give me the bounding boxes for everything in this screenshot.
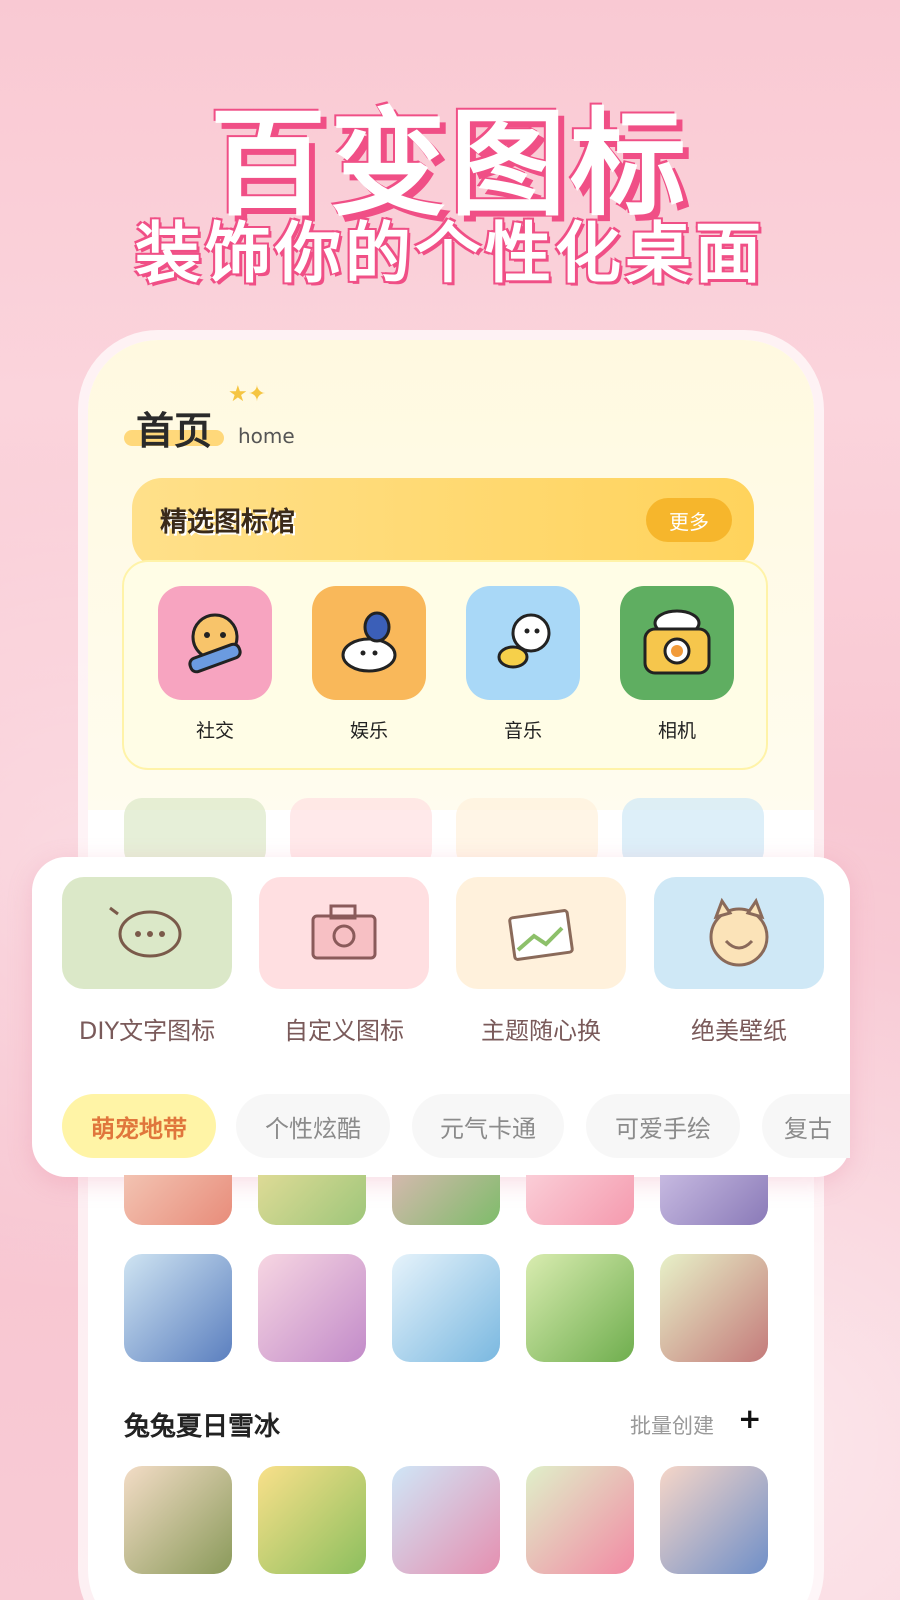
chat-bubble-icon bbox=[62, 877, 232, 989]
chip-cartoon[interactable]: 元气卡通 bbox=[412, 1094, 564, 1158]
chip-cool[interactable]: 个性炫酷 bbox=[236, 1094, 390, 1158]
featured-icon-social[interactable]: 社交 bbox=[158, 586, 272, 743]
add-icon[interactable]: + bbox=[738, 1402, 761, 1435]
theme-thumbnail[interactable] bbox=[660, 1175, 768, 1225]
camera-icon bbox=[620, 586, 734, 700]
theme-thumbnail[interactable] bbox=[526, 1254, 634, 1362]
chip-cute-pets[interactable]: 萌宠地带 bbox=[62, 1094, 216, 1158]
theme-thumbnail[interactable] bbox=[392, 1254, 500, 1362]
theme-thumbnail[interactable] bbox=[660, 1466, 768, 1574]
thumb-row bbox=[124, 1254, 774, 1362]
tool-label: DIY文字图标 bbox=[78, 1017, 216, 1045]
tool-custom-icon[interactable]: 自定义图标 bbox=[259, 877, 429, 1046]
theme-thumbnail[interactable] bbox=[526, 1466, 634, 1574]
thumb-row-partial bbox=[124, 1175, 774, 1225]
theme-thumbnail[interactable] bbox=[124, 1466, 232, 1574]
chip-retro[interactable]: 复古 bbox=[762, 1094, 850, 1158]
section-title: 兔兔夏日雪冰 bbox=[124, 1412, 281, 1442]
icon-label: 社交 bbox=[195, 720, 234, 742]
star-icon: ★✦ bbox=[228, 382, 267, 407]
theme-thumbnail[interactable] bbox=[258, 1466, 366, 1574]
theme-thumbnail[interactable] bbox=[124, 1254, 232, 1362]
theme-thumbnail[interactable] bbox=[258, 1254, 366, 1362]
tool-label: 绝美壁纸 bbox=[691, 1017, 787, 1045]
theme-thumbnail[interactable] bbox=[660, 1254, 768, 1362]
theme-thumbnail[interactable] bbox=[392, 1466, 500, 1574]
featured-icon-camera[interactable]: 相机 bbox=[620, 586, 734, 743]
tiger-pencil-icon bbox=[158, 586, 272, 700]
tool-wallpaper[interactable]: 绝美壁纸 bbox=[654, 877, 824, 1046]
tool-diy-text-icon[interactable]: DIY文字图标 bbox=[62, 877, 232, 1046]
icon-label: 娱乐 bbox=[349, 720, 388, 742]
theme-thumbnail[interactable] bbox=[258, 1175, 366, 1225]
icon-label: 音乐 bbox=[503, 720, 542, 742]
tool-theme-switch[interactable]: 主题随心换 bbox=[456, 877, 626, 1046]
page-title: 首页 bbox=[136, 409, 213, 453]
more-button[interactable]: 更多 bbox=[646, 498, 732, 542]
tool-label: 自定义图标 bbox=[284, 1017, 404, 1045]
chip-handdrawn[interactable]: 可爱手绘 bbox=[586, 1094, 740, 1158]
bunny-icon bbox=[312, 586, 426, 700]
batch-create-button[interactable]: 批量创建 bbox=[630, 1410, 714, 1440]
tool-label: 主题随心换 bbox=[481, 1017, 601, 1045]
featured-banner: 精选图标馆 更多 bbox=[132, 478, 754, 568]
tools-card: DIY文字图标 自定义图标 主题随心换 绝美壁纸 萌宠地带 个性炫酷 元气卡通 … bbox=[32, 857, 850, 1177]
picture-icon bbox=[456, 877, 626, 989]
featured-icons-panel: 社交 娱乐 音乐 相机 bbox=[122, 560, 768, 770]
featured-icon-music[interactable]: 音乐 bbox=[466, 586, 580, 743]
cat-face-icon bbox=[654, 877, 824, 989]
camera-outline-icon bbox=[259, 877, 429, 989]
page-subtitle: home bbox=[238, 424, 295, 448]
theme-thumbnail[interactable] bbox=[392, 1175, 500, 1225]
theme-thumbnail[interactable] bbox=[124, 1175, 232, 1225]
thumb-row bbox=[124, 1466, 774, 1574]
theme-thumbnail[interactable] bbox=[526, 1175, 634, 1225]
featured-title: 精选图标馆 bbox=[160, 507, 295, 538]
icon-label: 相机 bbox=[657, 720, 696, 742]
ghost-tools-row bbox=[124, 798, 770, 868]
promo-subline: 装饰你的个性化桌面 bbox=[135, 215, 765, 292]
featured-icon-entertainment[interactable]: 娱乐 bbox=[312, 586, 426, 743]
dog-duck-icon bbox=[466, 586, 580, 700]
